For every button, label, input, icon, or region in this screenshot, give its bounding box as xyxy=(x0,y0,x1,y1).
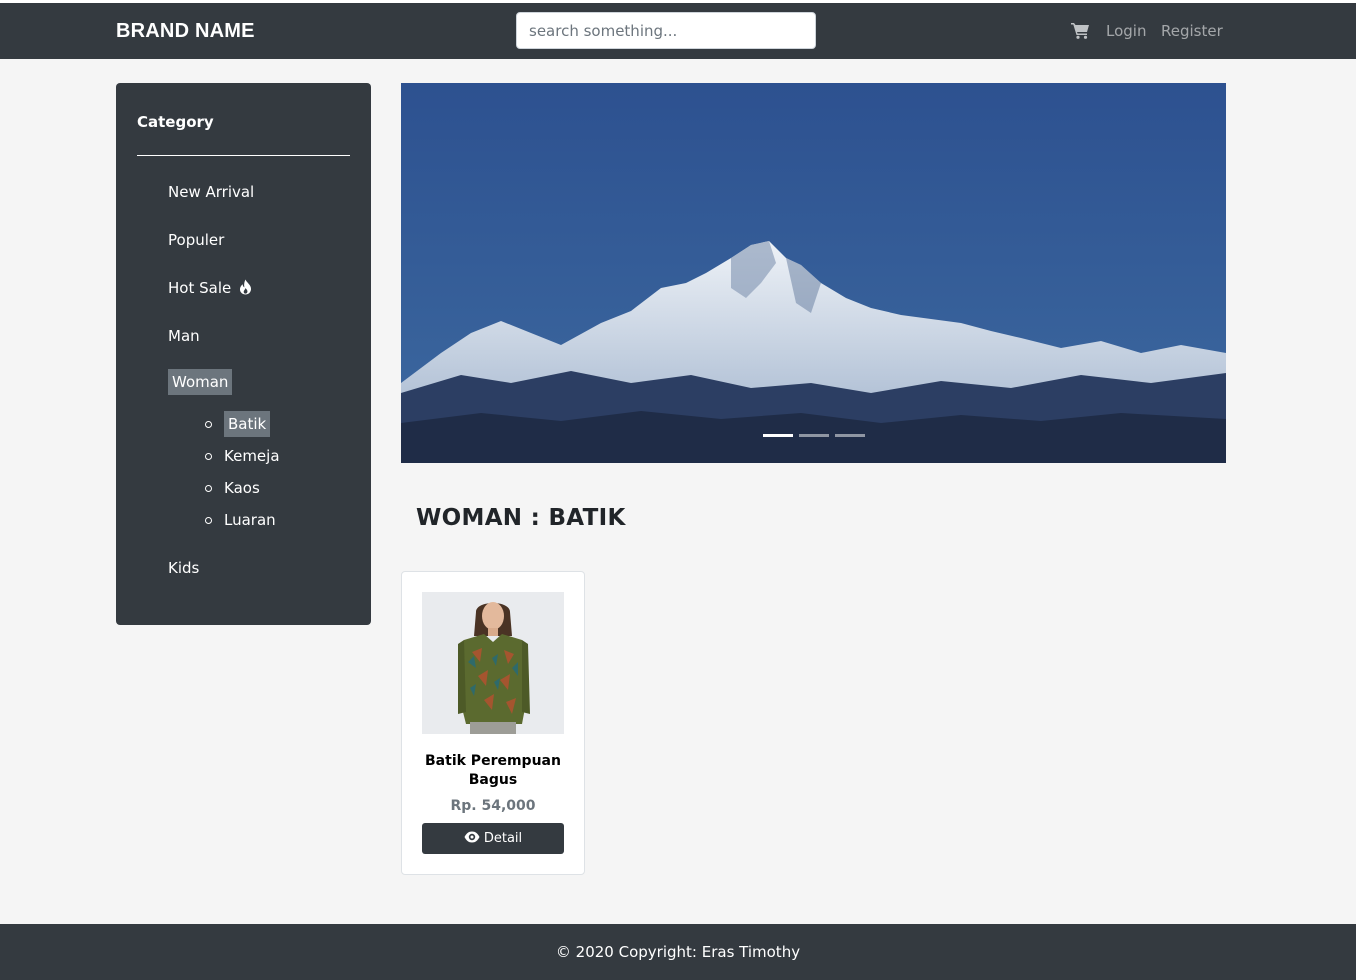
shopping-cart-icon[interactable] xyxy=(1071,22,1090,39)
brand-logo[interactable]: BRAND NAME xyxy=(116,20,255,43)
subcategory-kemeja[interactable]: Kemeja xyxy=(224,447,280,465)
product-card: Batik Perempuan Bagus Rp. 54,000 Detail xyxy=(401,571,585,875)
subcategory-label: Batik xyxy=(228,415,267,433)
category-new-arrival[interactable]: New Arrival xyxy=(168,183,254,201)
search-input[interactable] xyxy=(516,12,816,49)
navbar: BRAND NAME Login Register xyxy=(0,3,1356,59)
category-label: Kids xyxy=(168,559,200,577)
detail-button-label: Detail xyxy=(483,831,523,846)
subcategory-kaos[interactable]: Kaos xyxy=(224,479,260,497)
bullet-icon xyxy=(205,485,212,492)
subcategory-label: Luaran xyxy=(224,511,276,529)
subcategory-label: Kaos xyxy=(224,479,260,497)
category-man[interactable]: Man xyxy=(168,327,200,345)
category-label: Man xyxy=(168,327,200,345)
product-name[interactable]: Batik Perempuan Bagus xyxy=(412,752,574,790)
bullet-icon xyxy=(205,517,212,524)
product-price: Rp. 54,000 xyxy=(450,798,536,814)
subcategory-batik[interactable]: Batik xyxy=(224,411,271,437)
product-image[interactable] xyxy=(422,592,564,734)
bullet-icon xyxy=(205,421,212,428)
category-sidebar: Category New Arrival Populer Hot Sale Ma… xyxy=(116,83,371,625)
detail-button[interactable]: Detail xyxy=(422,823,564,854)
category-hot-sale[interactable]: Hot Sale xyxy=(168,279,252,297)
hero-carousel[interactable] xyxy=(401,83,1226,463)
section-title: WOMAN : BATIK xyxy=(416,505,626,531)
login-link[interactable]: Login xyxy=(1106,22,1146,40)
fire-icon xyxy=(239,279,252,295)
footer: © 2020 Copyright: Eras Timothy xyxy=(0,924,1356,980)
carousel-indicator-3[interactable] xyxy=(835,434,865,437)
category-divider xyxy=(137,155,350,156)
category-kids[interactable]: Kids xyxy=(168,559,199,577)
footer-copyright: © 2020 Copyright: Eras Timothy xyxy=(555,943,801,961)
category-label: Woman xyxy=(172,373,229,391)
category-label: Populer xyxy=(168,231,225,249)
subcategory-label: Kemeja xyxy=(224,447,280,465)
category-woman[interactable]: Woman xyxy=(168,369,233,395)
bullet-icon xyxy=(205,453,212,460)
mountain-image xyxy=(401,83,1226,463)
category-title: Category xyxy=(137,113,214,131)
carousel-indicator-2[interactable] xyxy=(799,434,829,437)
category-label: New Arrival xyxy=(168,183,255,201)
subcategory-luaran[interactable]: Luaran xyxy=(224,511,276,529)
carousel-indicator-1[interactable] xyxy=(763,434,793,437)
eye-icon xyxy=(464,831,480,847)
category-label: Hot Sale xyxy=(168,279,232,297)
register-link[interactable]: Register xyxy=(1161,22,1223,40)
category-populer[interactable]: Populer xyxy=(168,231,224,249)
